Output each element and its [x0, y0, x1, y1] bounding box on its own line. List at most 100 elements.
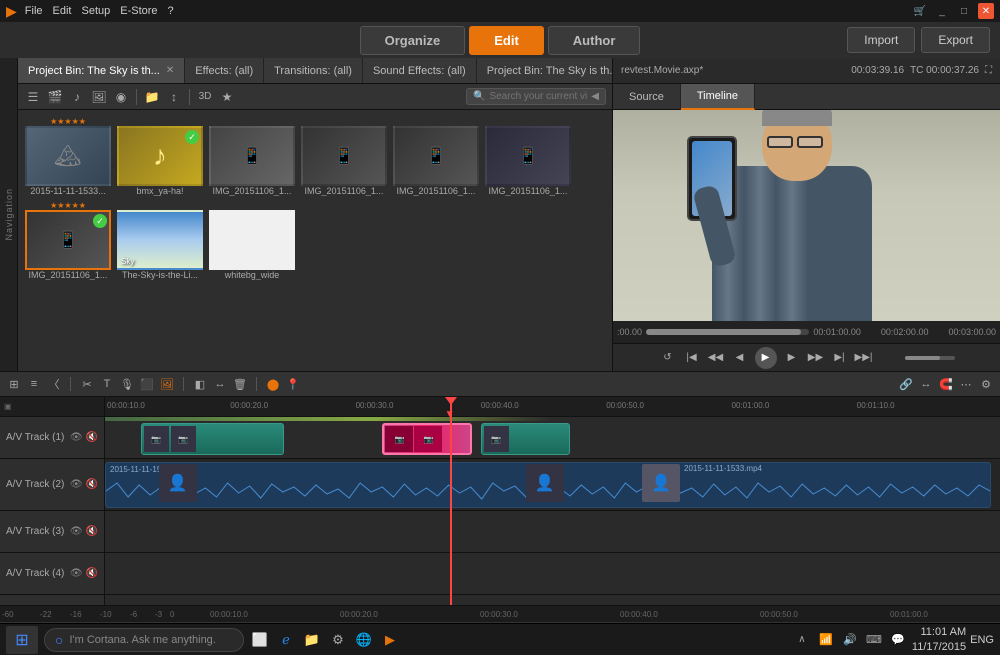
thumb-9	[209, 210, 295, 270]
media-item-8[interactable]: Sky The-Sky-is-the-Li...	[116, 200, 204, 280]
minimize-button[interactable]: 🛒	[912, 3, 928, 19]
media-item-3[interactable]: 📱 IMG_20151106_1...	[208, 116, 296, 196]
tl-audio-icon[interactable]: 🎙	[119, 376, 135, 392]
track-4-eye[interactable]: 👁	[70, 568, 83, 579]
fast-fwd-btn[interactable]: ▶▶	[807, 349, 825, 367]
author-tab[interactable]: Author	[548, 26, 641, 55]
edit-tab[interactable]: Edit	[469, 26, 544, 55]
media-item-7[interactable]: ★★★★★ 📱 ✓ IMG_20151106_1...	[24, 200, 112, 280]
menu-setup[interactable]: Setup	[81, 5, 110, 17]
tl-red-dot[interactable]: ⬤	[265, 376, 281, 392]
tl-media-icon[interactable]: ⬛	[139, 376, 155, 392]
start-button[interactable]: ⊞	[6, 626, 38, 654]
menu-file[interactable]: File	[25, 5, 43, 17]
timeline-tab[interactable]: Timeline	[681, 84, 755, 110]
tray-battery[interactable]: ⌨	[864, 630, 884, 650]
play-button[interactable]: ▶	[755, 347, 777, 369]
tl-magnet-icon[interactable]: 🧲	[938, 376, 954, 392]
media-item-1[interactable]: ★★★★★ 🏔 2015-11-11-1533...	[24, 116, 112, 196]
view-icon[interactable]: ◀	[591, 91, 599, 102]
tl-photo-icon[interactable]: 🖼	[159, 376, 175, 392]
tab-sound-effects[interactable]: Sound Effects: (all)	[363, 58, 477, 84]
clip-1-1[interactable]: 📷 📷	[141, 423, 284, 455]
tl-arrow-icon[interactable]: ↔	[918, 376, 934, 392]
search-input[interactable]	[489, 91, 587, 102]
step-back-btn[interactable]: ◀	[731, 349, 749, 367]
cortana-search[interactable]: ○ I'm Cortana. Ask me anything.	[44, 628, 244, 652]
track-3-eye[interactable]: 👁	[70, 526, 83, 537]
media-item-9[interactable]: whitebg_wide	[208, 200, 296, 280]
preview-filename: revtest.Movie.axp*	[621, 65, 703, 76]
preview-expand-icon[interactable]: ⛶	[985, 65, 992, 76]
view-list-icon[interactable]: 📁	[143, 88, 161, 106]
tl-text-icon[interactable]: T	[99, 376, 115, 392]
loop-icon[interactable]: ↺	[659, 349, 677, 367]
tray-volume[interactable]: 🔊	[840, 630, 860, 650]
track-1-mute[interactable]: 🔇	[86, 432, 98, 443]
prev-clip-btn[interactable]: |◀	[683, 349, 701, 367]
close-btn[interactable]: ✕	[978, 3, 994, 19]
media-item-2[interactable]: ♪ ✓ bmx_ya-ha!	[116, 116, 204, 196]
tab-transitions[interactable]: Transitions: (all)	[264, 58, 363, 84]
stars-1: ★★★★★	[50, 116, 86, 126]
preview-progress-bar[interactable]	[646, 329, 809, 335]
tl-grid-icon[interactable]: ⊞	[6, 376, 22, 392]
menu-help[interactable]: ?	[168, 5, 174, 17]
preview-header: revtest.Movie.axp* 00:03:39.16 TC 00:00:…	[613, 58, 1000, 84]
next-clip-btn[interactable]: ▶|	[831, 349, 849, 367]
cortana-icon: ○	[55, 632, 63, 648]
tl-delete-icon[interactable]: 🗑	[232, 376, 248, 392]
tl-marker-icon[interactable]: 📍	[285, 376, 301, 392]
filter-icon[interactable]: ◉	[112, 88, 130, 106]
organize-tab[interactable]: Organize	[360, 26, 466, 55]
minimize-btn[interactable]: _	[934, 3, 950, 19]
track-3-mute[interactable]: 🔇	[86, 526, 98, 537]
rewind-btn[interactable]: ◀◀	[707, 349, 725, 367]
task-view-button[interactable]: ⬜	[250, 630, 270, 650]
music-icon[interactable]: ♪	[68, 88, 86, 106]
tray-network[interactable]: 📶	[816, 630, 836, 650]
tl-settings-icon[interactable]: ⚙	[978, 376, 994, 392]
track-4-mute[interactable]: 🔇	[86, 568, 98, 579]
explorer-icon[interactable]: 📁	[302, 630, 322, 650]
import-button[interactable]: Import	[847, 27, 915, 53]
tab-project-bin-1[interactable]: Project Bin: The Sky is th... ✕	[18, 58, 185, 84]
clip-1-selected[interactable]: 📷 📷	[382, 423, 472, 455]
tl-link-icon[interactable]: 🔗	[898, 376, 914, 392]
tray-action-center[interactable]: 💬	[888, 630, 908, 650]
tab-effects[interactable]: Effects: (all)	[185, 58, 264, 84]
tl-transition-icon[interactable]: ◧	[192, 376, 208, 392]
show-all-icon[interactable]: ☰	[24, 88, 42, 106]
menu-estore[interactable]: E-Store	[120, 5, 157, 17]
orange-icon[interactable]: 🎬	[46, 88, 64, 106]
track-2-mute[interactable]: 🔇	[86, 479, 98, 490]
track-2-eye[interactable]: 👁	[70, 479, 83, 490]
tray-expand[interactable]: ∧	[792, 630, 812, 650]
sort-icon[interactable]: ↕	[165, 88, 183, 106]
media-item-5[interactable]: 📱 IMG_20151106_1...	[392, 116, 480, 196]
volume-bar[interactable]	[905, 356, 955, 360]
pinnacle-taskbar-icon[interactable]: ▶	[380, 630, 400, 650]
tl-size-icon[interactable]: ↔	[212, 376, 228, 392]
tl-collapse-icon[interactable]: 〈	[46, 376, 62, 392]
clip-1-2[interactable]: 📷	[481, 423, 571, 455]
image-icon[interactable]: 🖼	[90, 88, 108, 106]
edge-icon[interactable]: ℯ	[276, 630, 296, 650]
end-btn[interactable]: ▶▶|	[855, 349, 873, 367]
settings-icon[interactable]: ⚙	[328, 630, 348, 650]
rating-icon[interactable]: ★	[218, 88, 236, 106]
tab-close-1[interactable]: ✕	[166, 65, 174, 76]
tab-project-bin-2[interactable]: Project Bin: The Sky is th... ✕	[477, 58, 612, 84]
tl-list-icon[interactable]: ≡	[26, 376, 42, 392]
tl-razor-icon[interactable]: ✂	[79, 376, 95, 392]
media-item-6[interactable]: 📱 IMG_20151106_1...	[484, 116, 572, 196]
source-tab[interactable]: Source	[613, 84, 681, 110]
step-fwd-btn[interactable]: ▶	[783, 349, 801, 367]
chrome-icon[interactable]: 🌐	[354, 630, 374, 650]
tl-more-icon[interactable]: ⋯	[958, 376, 974, 392]
export-button[interactable]: Export	[921, 27, 990, 53]
menu-edit[interactable]: Edit	[53, 5, 72, 17]
media-item-4[interactable]: 📱 IMG_20151106_1...	[300, 116, 388, 196]
maximize-btn[interactable]: □	[956, 3, 972, 19]
track-1-eye[interactable]: 👁	[70, 432, 83, 443]
